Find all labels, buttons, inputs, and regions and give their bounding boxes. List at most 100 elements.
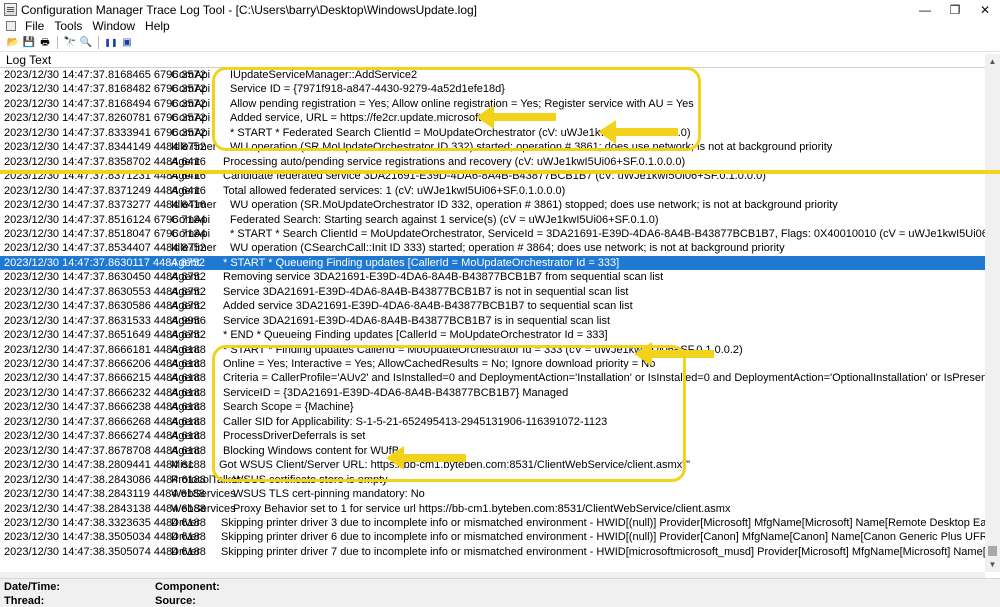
log-row[interactable]: 2023/12/30 14:47:37.8666215 4484 6188 Age… [0, 371, 985, 385]
log-row-component: ProtocolTalker [171, 473, 241, 486]
menu-file[interactable]: File [20, 19, 49, 33]
log-row-component: ComApi [171, 69, 211, 81]
log-row[interactable]: 2023/12/30 14:47:37.8534407 4484 8752 Idl… [0, 241, 985, 255]
log-row-component: Agent [171, 285, 200, 298]
toolbar: 📂 💾 🖶 🔭 🔍 ❚❚ ▣ [0, 34, 1000, 52]
log-row-message: Added service 3DA21691-E39D-4DA6-8A4B-B4… [223, 300, 633, 313]
log-row-message: Federated Search: Starting search agains… [230, 213, 659, 226]
log-row-component: ComApi [171, 112, 211, 125]
find-icon[interactable]: 🔭 [63, 36, 77, 50]
log-row[interactable]: 2023/12/30 14:47:37.8371249 4484 6416 Age… [0, 184, 985, 198]
scroll-up-icon[interactable]: ▲ [985, 54, 1000, 69]
log-row-message: ServiceID = {3DA21691-E39D-4DA6-8A4B-B43… [223, 386, 569, 399]
log-row[interactable]: 2023/12/30 14:47:37.8630450 4484 8752 Age… [0, 270, 985, 284]
log-row[interactable]: 2023/12/30 14:47:37.8630117 4484 8752 Age… [0, 255, 985, 271]
source-label: Source: [155, 595, 196, 607]
log-row-component: Agent [171, 170, 200, 183]
log-row[interactable]: 2023/12/30 14:47:37.8168482 6796 3572 Com… [0, 82, 985, 96]
details-panel: Date/Time: Component: Thread: Source: [0, 578, 1000, 607]
log-row[interactable]: 2023/12/30 14:47:37.8371231 4484 6416 Age… [0, 169, 985, 183]
window-icon[interactable]: ▣ [120, 36, 134, 50]
log-row[interactable]: 2023/12/30 14:47:37.8358702 4484 6416 Age… [0, 155, 985, 169]
log-row[interactable]: 2023/12/30 14:47:38.2809441 4484 6188 Mis… [0, 458, 985, 472]
menu-help[interactable]: Help [140, 19, 175, 33]
log-row[interactable]: 2023/12/30 14:47:37.8333941 6796 3572 Com… [0, 126, 985, 140]
log-row-message: WSUS TLS cert-pinning mandatory: No [233, 488, 425, 501]
log-row-message: Skipping printer driver 3 due to incompl… [221, 516, 985, 529]
thread-label: Thread: [4, 595, 45, 607]
log-row[interactable]: 2023/12/30 14:47:38.3505034 4484 6188 Dri… [0, 530, 985, 544]
log-row-component: Agent [171, 155, 200, 168]
log-row-component: Agent [171, 386, 200, 399]
scroll-down-icon[interactable]: ▼ [985, 557, 1000, 572]
menu-bar: File Tools Window Help [0, 19, 1000, 33]
log-row[interactable]: 2023/12/30 14:47:37.8666238 4484 6188 Age… [0, 400, 985, 414]
log-row-message: Allow pending registration = Yes; Allow … [230, 97, 694, 110]
log-row[interactable]: 2023/12/30 14:47:37.8260781 6796 3572 Com… [0, 111, 985, 125]
log-row[interactable]: 2023/12/30 14:47:37.8516124 6796 7184 Com… [0, 213, 985, 227]
toolbar-separator [98, 36, 99, 49]
find-next-icon[interactable]: 🔍 [79, 36, 93, 50]
log-row[interactable]: 2023/12/30 14:47:38.2843119 4484 6188 Web… [0, 487, 985, 501]
log-row-message: Criteria = CallerProfile='AUv2' and IsIn… [223, 372, 985, 385]
log-row-message: Skipping printer driver 7 due to incompl… [221, 545, 985, 558]
menu-tools[interactable]: Tools [49, 19, 87, 33]
log-row-message: Search Scope = {Machine} [223, 401, 354, 414]
log-list[interactable]: 2023/12/30 14:47:37.8168465 6796 3572 Com… [0, 68, 985, 572]
log-row[interactable]: 2023/12/30 14:47:37.8630586 4484 8752 Age… [0, 299, 985, 313]
log-row-message: Skipping printer driver 6 due to incompl… [221, 531, 985, 544]
log-row[interactable]: 2023/12/30 14:47:38.3323635 4484 6188 Dri… [0, 516, 985, 530]
menu-window[interactable]: Window [87, 19, 140, 33]
log-row[interactable]: 2023/12/30 14:47:38.2843138 4484 6188 Web… [0, 502, 985, 516]
pause-icon[interactable]: ❚❚ [104, 36, 118, 50]
log-row-message: Proxy Behavior set to 1 for service url … [233, 502, 731, 515]
log-row-message: * START * Queueing Finding updates [Call… [223, 256, 620, 269]
log-row[interactable]: 2023/12/30 14:47:37.8630553 4484 8752 Age… [0, 285, 985, 299]
log-row-message: Got WSUS Client/Server URL: https://bb-c… [219, 459, 691, 472]
scroll-thumb[interactable] [988, 546, 997, 556]
restore-button[interactable]: ❐ [940, 0, 970, 19]
log-row[interactable]: 2023/12/30 14:47:37.8678708 4484 6188 Age… [0, 444, 985, 458]
log-row-component: Agent [171, 184, 200, 197]
log-row[interactable]: 2023/12/30 14:47:37.8666274 4484 6188 Age… [0, 429, 985, 443]
date-time-label: Date/Time: [4, 581, 61, 593]
log-row-component: Agent [171, 300, 200, 313]
log-row-component: Agent [171, 415, 200, 428]
log-row-component: Misc [171, 459, 194, 472]
log-row[interactable]: 2023/12/30 14:47:37.8631533 4484 9956 Age… [0, 314, 985, 328]
log-row[interactable]: 2023/12/30 14:47:37.8651649 4484 8752 Age… [0, 328, 985, 342]
log-row[interactable]: 2023/12/30 14:47:38.2843086 4484 6188 Pro… [0, 473, 985, 487]
log-text-column-header[interactable]: Log Text [0, 54, 985, 68]
minimize-button[interactable]: — [910, 0, 940, 19]
log-row[interactable]: 2023/12/30 14:47:37.8168465 6796 3572 Com… [0, 68, 985, 82]
log-row[interactable]: 2023/12/30 14:47:37.8344149 4484 8752 Idl… [0, 140, 985, 154]
open-icon[interactable]: 📂 [6, 36, 20, 50]
log-row[interactable]: 2023/12/30 14:47:37.8666181 4484 6188 Age… [0, 343, 985, 357]
log-row[interactable]: 2023/12/30 14:47:37.8666232 4484 6188 Age… [0, 386, 985, 400]
print-icon[interactable]: 🖶 [38, 36, 52, 50]
log-row-component: IdleTimer [171, 242, 217, 255]
log-row[interactable]: 2023/12/30 14:47:38.3505074 4484 6188 Dri… [0, 545, 985, 559]
log-row-component: Agent [171, 372, 200, 385]
close-button[interactable]: ✕ [970, 0, 1000, 19]
log-row[interactable]: 2023/12/30 14:47:37.8373277 4484 6416 Idl… [0, 198, 985, 212]
log-row[interactable]: 2023/12/30 14:47:37.8168494 6796 3572 Com… [0, 97, 985, 111]
log-row-message: Blocking Windows content for WUfB [223, 444, 400, 457]
log-row-component: Agent [171, 343, 200, 356]
save-icon[interactable]: 💾 [22, 36, 36, 50]
log-row-message: * END * Queueing Finding updates [Caller… [223, 329, 608, 342]
log-row-component: ComApi [171, 126, 211, 139]
log-row[interactable]: 2023/12/30 14:47:37.8518047 6796 7184 Com… [0, 227, 985, 241]
log-row-component: Driver [171, 545, 201, 558]
log-row-message: Removing service 3DA21691-E39D-4DA6-8A4B… [223, 271, 664, 284]
log-row-message: Processing auto/pending service registra… [223, 155, 686, 168]
log-row-component: ComApi [171, 83, 211, 96]
log-row-message: WSUS certificate store is empty [233, 473, 388, 486]
log-row[interactable]: 2023/12/30 14:47:37.8666268 4484 6188 Age… [0, 415, 985, 429]
log-row[interactable]: 2023/12/30 14:47:37.8666206 4484 6188 Age… [0, 357, 985, 371]
log-row-component: Driver [171, 531, 201, 544]
log-row-component: Agent [171, 256, 200, 269]
vertical-scrollbar[interactable]: ▲ ▼ [985, 54, 1000, 572]
document-icon[interactable] [6, 21, 16, 31]
component-label: Component: [155, 581, 220, 593]
